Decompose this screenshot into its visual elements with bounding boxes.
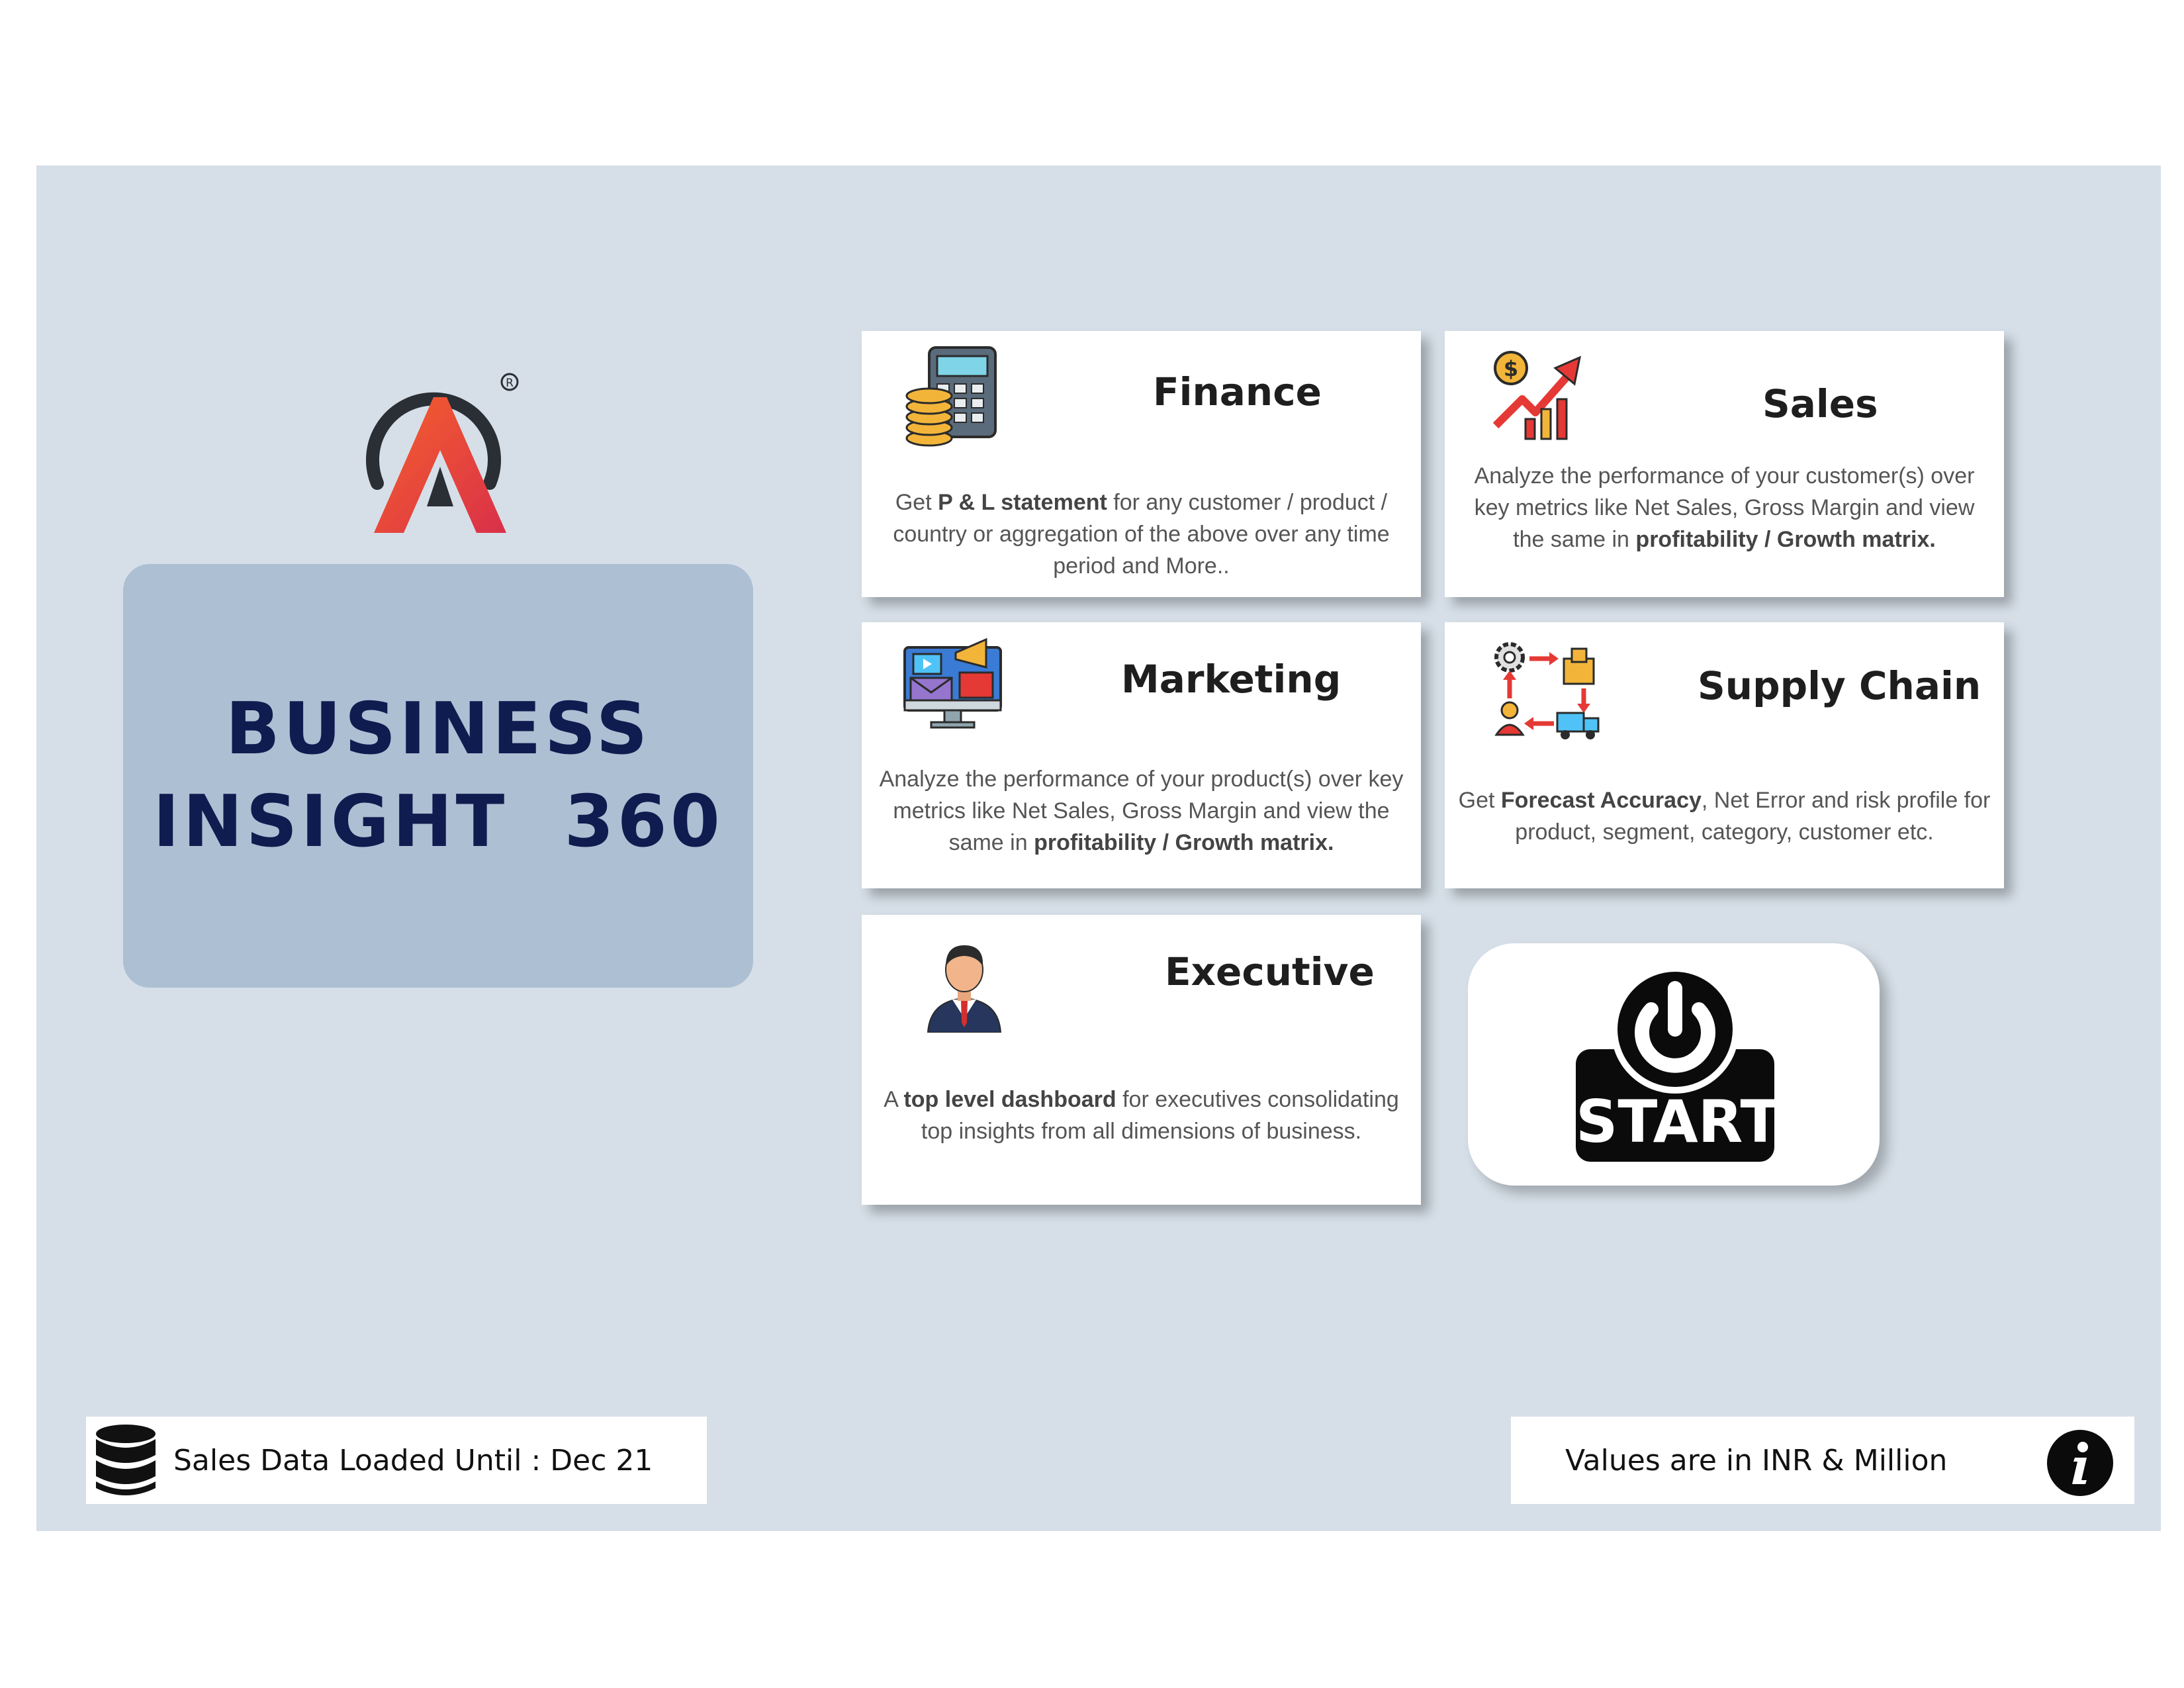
app-title-box: BUSINESS INSIGHT 360 <box>123 564 753 988</box>
description-segment: profitability / Growth matrix. <box>1635 527 1936 552</box>
svg-text:R: R <box>506 377 514 390</box>
data-loaded-box: Sales Data Loaded Until : Dec 21 <box>86 1417 707 1504</box>
supply-chain-description: Get Forecast Accuracy, Net Error and ris… <box>1458 784 1991 848</box>
marketing-card[interactable]: Marketing Analyze the performance of you… <box>862 622 1421 888</box>
app-title-line-1: BUSINESS <box>225 688 651 771</box>
database-icon <box>96 1425 156 1495</box>
units-box: Values are in INR & Million <box>1511 1417 2134 1504</box>
description-segment: top level dashboard <box>903 1087 1116 1112</box>
calculator-coins-icon <box>905 346 997 447</box>
sales-description: Analyze the performance of your customer… <box>1458 460 1991 555</box>
start-label: START <box>1576 1088 1780 1156</box>
description-segment: Get <box>895 490 938 515</box>
supply-chain-card[interactable]: Supply Chain Get Forecast Accuracy, Net … <box>1445 622 2004 888</box>
supply-chain-title: Supply Chain <box>1698 663 1981 708</box>
description-segment: profitability / Growth matrix. <box>1034 830 1334 855</box>
sales-growth-chart-icon: $ <box>1492 351 1582 440</box>
marketing-description: Analyze the performance of your product(… <box>875 763 1408 859</box>
description-segment: A <box>884 1087 904 1112</box>
sales-card[interactable]: $ Sales Analyze the performance of your … <box>1445 331 2004 597</box>
executive-card[interactable]: Executive A top level dashboard for exec… <box>862 915 1421 1205</box>
businessman-icon <box>927 945 1002 1033</box>
executive-title: Executive <box>1165 949 1375 994</box>
sales-title: Sales <box>1762 381 1878 426</box>
svg-text:$: $ <box>1504 356 1518 381</box>
marketing-title: Marketing <box>1121 657 1342 702</box>
supply-chain-icon <box>1494 642 1600 739</box>
executive-description: A top level dashboard for executives con… <box>875 1084 1408 1147</box>
finance-card[interactable]: Finance Get P & L statement for any cust… <box>862 331 1421 597</box>
description-segment: Get <box>1458 788 1501 813</box>
app-title-line-2: INSIGHT 360 <box>153 780 723 863</box>
finance-description: Get P & L statement for any customer / p… <box>875 487 1408 582</box>
description-segment: Forecast Accuracy <box>1500 788 1702 813</box>
marketing-monitor-icon <box>903 637 1002 729</box>
finance-title: Finance <box>1153 369 1322 414</box>
data-loaded-text: Sales Data Loaded Until : Dec 21 <box>173 1443 653 1477</box>
description-segment: P & L statement <box>938 490 1107 515</box>
brand-logo: R <box>366 373 519 533</box>
info-icon[interactable] <box>2046 1429 2115 1497</box>
units-text: Values are in INR & Million <box>1565 1443 1948 1477</box>
start-button[interactable]: START <box>1468 943 1880 1186</box>
